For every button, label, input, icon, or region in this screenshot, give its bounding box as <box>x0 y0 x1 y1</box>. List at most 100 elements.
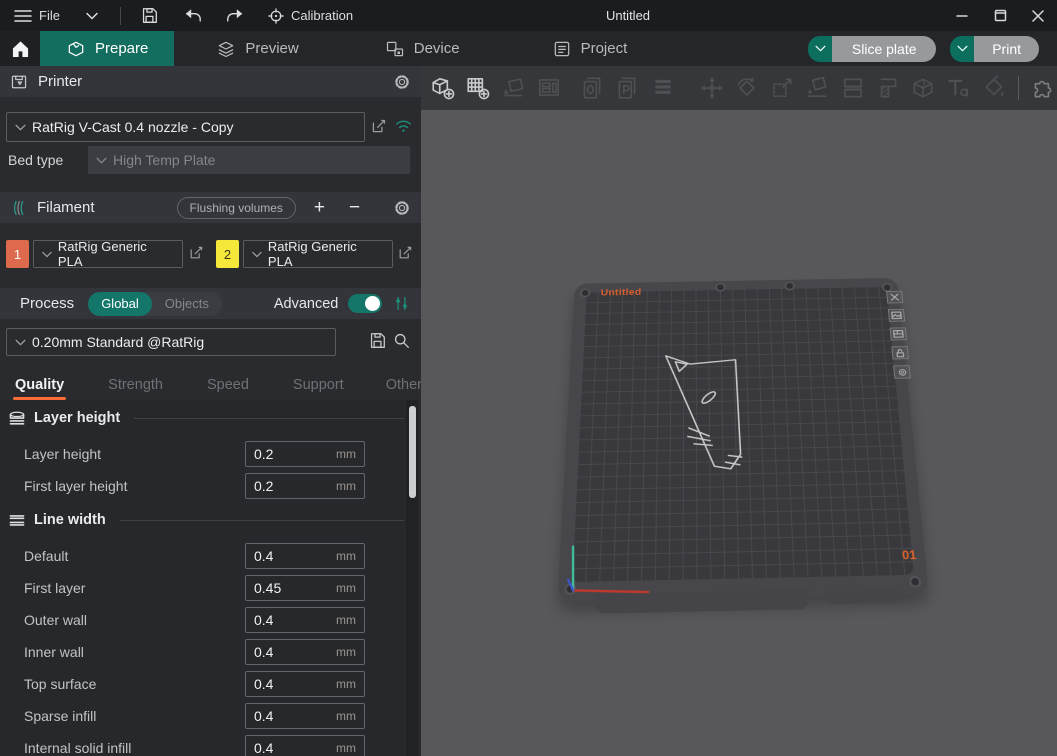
close-button[interactable] <box>1019 0 1057 31</box>
edit-printer-icon[interactable] <box>370 118 387 135</box>
file-menu-expander[interactable] <box>70 0 114 31</box>
minimize-button[interactable] <box>943 0 981 31</box>
layout-button[interactable] <box>535 73 563 103</box>
first-layer-height-input[interactable]: 0.2 mm <box>245 473 365 499</box>
wifi-icon[interactable] <box>394 117 413 133</box>
param-unit: mm <box>336 709 356 723</box>
redo-button[interactable] <box>214 0 256 31</box>
home-button[interactable] <box>0 31 40 66</box>
line-width-inner-wall-input[interactable]: 0.4 mm <box>245 639 365 665</box>
process-preset-select[interactable]: 0.20mm Standard @RatRig <box>6 328 336 356</box>
tab-device-label: Device <box>414 40 460 57</box>
scale-button[interactable] <box>768 73 796 103</box>
viewport-3d[interactable]: Untitled 01 <box>421 110 1057 756</box>
line-width-outer-wall-input[interactable]: 0.4 mm <box>245 607 365 633</box>
line-width-group-title: Line width <box>34 512 106 528</box>
layer-height-icon <box>8 411 26 426</box>
text-button[interactable] <box>944 73 972 103</box>
print-action-group: Print <box>950 36 1039 62</box>
line-width-top-surface-input[interactable]: 0.4 mm <box>245 671 365 697</box>
support-paint-button[interactable] <box>874 73 902 103</box>
prepare-icon <box>66 39 86 59</box>
line-width-sparse-infill-input[interactable]: 0.4 mm <box>245 703 365 729</box>
line-width-icon <box>8 513 26 527</box>
edit-filament-1-icon[interactable] <box>188 245 204 261</box>
search-icon[interactable] <box>393 332 410 349</box>
calibration-button[interactable]: Calibration <box>256 0 365 31</box>
tab-support[interactable]: Support <box>278 370 359 400</box>
rotate-button[interactable] <box>733 73 761 103</box>
flushing-volumes-button[interactable]: Flushing volumes <box>177 197 296 219</box>
filament-1-select[interactable]: RatRig Generic PLA <box>33 240 183 268</box>
param-unit: mm <box>336 581 356 595</box>
assembly-puzzle-icon <box>1030 75 1056 101</box>
param-label: Top surface <box>24 676 96 692</box>
mesh-edit-button[interactable] <box>909 73 937 103</box>
chevron-down-icon <box>957 45 968 52</box>
document-p-button[interactable] <box>613 73 641 103</box>
slice-options-button[interactable] <box>808 36 832 62</box>
plate-settings-button[interactable] <box>893 365 911 379</box>
tab-project[interactable]: Project <box>526 31 654 66</box>
edit-filament-2-icon[interactable] <box>397 245 413 261</box>
tab-device[interactable]: Device <box>359 31 486 66</box>
text-icon <box>945 75 971 101</box>
tab-prepare[interactable]: Prepare <box>40 31 174 66</box>
undo-button[interactable] <box>172 0 214 31</box>
filament-settings-gear-icon[interactable] <box>393 199 411 217</box>
auto-arrange-button[interactable] <box>499 73 527 103</box>
customize-settings-icon[interactable] <box>393 295 410 312</box>
window-title: Untitled <box>558 8 698 23</box>
maximize-button[interactable] <box>981 0 1019 31</box>
plate-arrange-button[interactable] <box>890 327 908 340</box>
assembly-view-button[interactable] <box>1029 73 1057 103</box>
printer-settings-gear-icon[interactable] <box>393 73 411 91</box>
scope-objects-button[interactable]: Objects <box>152 292 222 316</box>
move-button[interactable] <box>698 73 726 103</box>
tab-preview[interactable]: Preview <box>190 31 324 66</box>
param-value: 0.4 <box>254 740 273 756</box>
tab-others[interactable]: Others <box>371 370 421 400</box>
save-button[interactable] <box>127 0 172 31</box>
add-plate-icon <box>465 75 491 101</box>
tab-quality[interactable]: Quality <box>0 370 79 400</box>
file-menu[interactable]: File <box>0 0 70 31</box>
print-button[interactable]: Print <box>974 36 1039 62</box>
param-label: Layer height <box>24 446 101 462</box>
add-plate-button[interactable] <box>464 73 492 103</box>
plate-image-button[interactable] <box>888 309 905 322</box>
model-wireframe-sketch[interactable] <box>661 349 753 489</box>
line-width-first-layer-input[interactable]: 0.45 mm <box>245 575 365 601</box>
line-width-internal-solid-infill-input[interactable]: 0.4 mm <box>245 735 365 756</box>
document-o-button[interactable] <box>578 73 606 103</box>
save-preset-icon[interactable] <box>369 332 386 349</box>
slice-plate-button[interactable]: Slice plate <box>832 36 936 62</box>
filament-2-badge[interactable]: 2 <box>216 240 239 268</box>
filament-1-badge[interactable]: 1 <box>6 240 29 268</box>
remove-filament-button[interactable]: − <box>349 197 360 219</box>
tab-speed[interactable]: Speed <box>192 370 264 400</box>
split-button[interactable] <box>839 73 867 103</box>
variable-layers-button[interactable] <box>648 73 676 103</box>
scope-global-button[interactable]: Global <box>88 292 152 316</box>
tab-strength[interactable]: Strength <box>93 370 178 400</box>
plate-lock-button[interactable] <box>891 346 909 359</box>
close-icon <box>1032 10 1044 22</box>
layer-height-input[interactable]: 0.2 mm <box>245 441 365 467</box>
build-plate[interactable]: Untitled 01 <box>557 278 928 602</box>
print-options-button[interactable] <box>950 36 974 62</box>
document-p-icon <box>614 75 640 101</box>
printer-preset-select[interactable]: RatRig V-Cast 0.4 nozzle - Copy <box>6 112 365 142</box>
line-width-default-input[interactable]: 0.4 mm <box>245 543 365 569</box>
bed-type-select[interactable]: High Temp Plate <box>88 146 410 174</box>
param-label: First layer height <box>24 478 127 494</box>
plate-delete-button[interactable] <box>886 291 903 304</box>
chevron-down-icon <box>86 12 98 20</box>
color-paint-button[interactable] <box>980 73 1008 103</box>
add-filament-button[interactable]: + <box>314 197 325 219</box>
sidebar-scrollbar-thumb[interactable] <box>409 406 416 498</box>
lay-on-face-button[interactable] <box>803 73 831 103</box>
add-object-button[interactable] <box>429 73 457 103</box>
filament-2-select[interactable]: RatRig Generic PLA <box>243 240 393 268</box>
save-icon <box>141 7 158 24</box>
